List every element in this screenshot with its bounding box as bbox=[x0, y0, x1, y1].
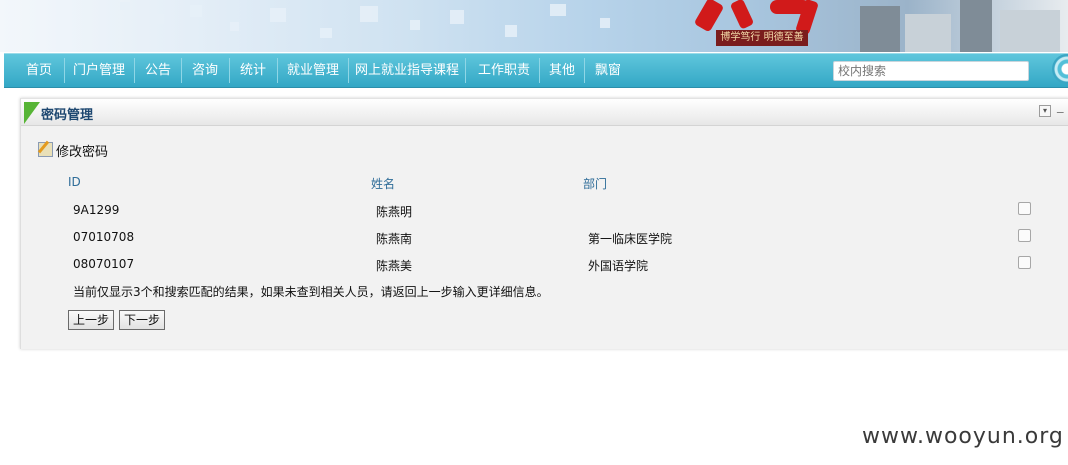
sculpture-image bbox=[693, 0, 725, 33]
banner-slogan: 博学笃行 明德至善 bbox=[716, 30, 808, 46]
banner-decor bbox=[190, 5, 202, 17]
prev-step-button[interactable]: 上一步 bbox=[68, 310, 115, 330]
banner-decor bbox=[450, 10, 464, 24]
building-image bbox=[960, 0, 992, 52]
row-id: 9A1299 bbox=[73, 203, 120, 217]
row-id: 07010708 bbox=[73, 230, 135, 244]
building-image bbox=[860, 6, 900, 52]
banner-decor bbox=[320, 28, 332, 38]
building-image bbox=[905, 14, 951, 52]
column-header-id: ID bbox=[68, 175, 81, 189]
nav-item-employment[interactable]: 就业管理 bbox=[281, 54, 345, 87]
nav-item-duties[interactable]: 工作职责 bbox=[469, 54, 539, 87]
nav-item-home[interactable]: 首页 bbox=[18, 54, 60, 87]
panel-title: 密码管理 bbox=[41, 108, 94, 123]
nav-divider bbox=[181, 58, 182, 83]
minimize-icon[interactable]: _ bbox=[1057, 99, 1064, 114]
nav-divider bbox=[134, 58, 135, 83]
watermark-text: www.wooyun.org bbox=[862, 424, 1064, 449]
banner-decor bbox=[410, 20, 420, 30]
change-password-link[interactable]: 修改密码 bbox=[56, 141, 108, 160]
banner-decor bbox=[600, 18, 610, 28]
row-checkbox[interactable] bbox=[1018, 202, 1031, 215]
nav-divider bbox=[348, 58, 349, 83]
search-input[interactable] bbox=[833, 61, 1029, 81]
corner-decor bbox=[24, 102, 40, 124]
edit-icon bbox=[38, 142, 53, 157]
row-name: 陈燕南 bbox=[376, 232, 413, 246]
nav-divider bbox=[229, 58, 230, 83]
nav-item-notice[interactable]: 公告 bbox=[138, 54, 178, 87]
banner-decor bbox=[360, 6, 378, 22]
banner-decor bbox=[270, 8, 286, 22]
collapse-icon[interactable]: ▾ bbox=[1039, 105, 1051, 117]
row-checkbox[interactable] bbox=[1018, 229, 1031, 242]
nav-divider bbox=[64, 58, 65, 83]
banner-decor bbox=[505, 25, 517, 37]
result-note: 当前仅显示3个和搜索匹配的结果，如果未查到相关人员，请返回上一步输入更详细信息。 bbox=[73, 285, 549, 299]
nav-item-portal[interactable]: 门户管理 bbox=[68, 54, 130, 87]
banner-decor bbox=[150, 14, 164, 24]
row-name: 陈燕美 bbox=[376, 259, 413, 273]
header-banner: 博学笃行 明德至善 bbox=[0, 0, 1068, 52]
nav-divider bbox=[584, 58, 585, 83]
banner-decor bbox=[550, 4, 566, 16]
nav-item-consult[interactable]: 咨询 bbox=[185, 54, 225, 87]
banner-decor bbox=[120, 2, 130, 10]
row-dept: 外国语学院 bbox=[588, 259, 649, 273]
nav-divider bbox=[539, 58, 540, 83]
nav-item-float-window[interactable]: 飘窗 bbox=[588, 54, 628, 87]
nav-item-course[interactable]: 网上就业指导课程 bbox=[352, 54, 462, 87]
nav-item-stats[interactable]: 统计 bbox=[233, 54, 273, 87]
sculpture-image bbox=[729, 0, 755, 30]
nav-item-other[interactable]: 其他 bbox=[542, 54, 582, 87]
column-header-name: 姓名 bbox=[371, 177, 396, 191]
next-step-button[interactable]: 下一步 bbox=[119, 310, 166, 330]
banner-decor bbox=[230, 22, 239, 31]
nav-divider bbox=[277, 58, 278, 83]
row-dept: 第一临床医学院 bbox=[588, 232, 673, 246]
row-id: 08070107 bbox=[73, 257, 135, 271]
row-checkbox[interactable] bbox=[1018, 256, 1031, 269]
row-name: 陈燕明 bbox=[376, 205, 413, 219]
nav-divider bbox=[465, 58, 466, 83]
building-image bbox=[1000, 10, 1060, 52]
column-header-dept: 部门 bbox=[583, 177, 608, 191]
password-management-panel: 密码管理 ▾ _ 修改密码 ID 姓名 部门 9A1299 陈燕明 070107… bbox=[20, 98, 1068, 349]
panel-header: 密码管理 ▾ _ bbox=[21, 99, 1068, 126]
